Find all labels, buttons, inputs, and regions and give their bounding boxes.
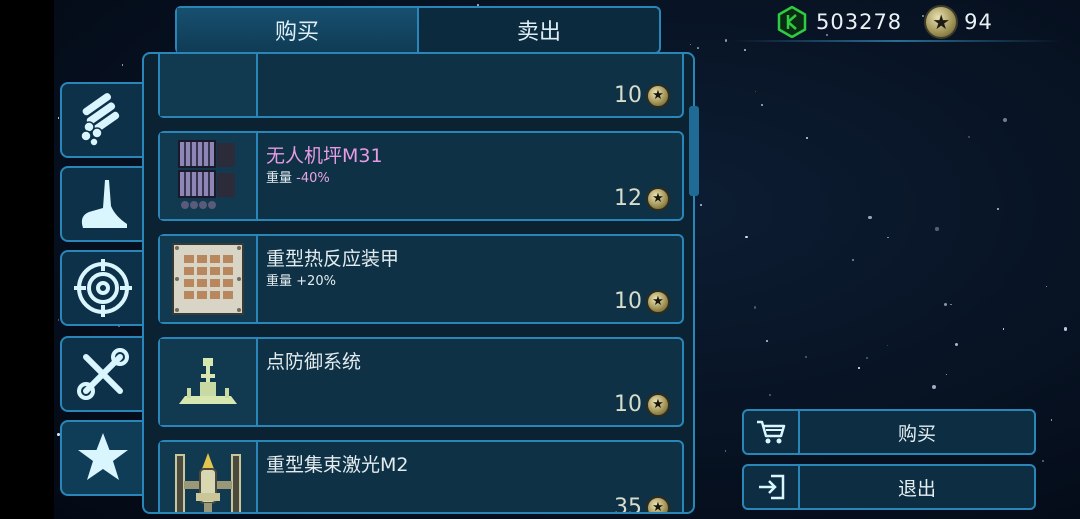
star-dot [935, 227, 939, 231]
item-price: 10 ★ [614, 392, 670, 417]
item-price: 10 ★ [614, 83, 670, 108]
item-list-panel[interactable]: 10 ★ 无人机坪M31 重量 -40% 12 ★ 重型热反应装甲 重量 +20… [142, 52, 695, 514]
category-weapons[interactable] [60, 250, 144, 326]
star-dot [954, 342, 958, 346]
star-dot [745, 236, 748, 239]
scrollbar[interactable] [689, 106, 699, 196]
star-dot [724, 450, 727, 452]
armor-plate-icon [172, 243, 244, 315]
category-pipes[interactable] [60, 82, 144, 158]
star-dot [950, 303, 952, 305]
list-item[interactable]: 点防御系统 10 ★ [158, 337, 684, 427]
star-dot [121, 64, 124, 67]
star-coin-icon: ★ [646, 186, 670, 211]
currency-bar: 503278 ★ 94 [776, 4, 993, 40]
star-coin-icon: ★ [646, 289, 670, 314]
star-coin-icon: ★ [924, 5, 959, 39]
star-dot [700, 204, 703, 207]
star-dot [943, 302, 948, 306]
star-dot [931, 384, 936, 390]
star-coin-icon: ★ [646, 83, 670, 108]
list-item[interactable]: 重型集束激光M2 35 ★ [158, 440, 684, 512]
star-dot [754, 306, 757, 309]
star-dot [1041, 460, 1044, 463]
item-name: 无人机坪M31 [266, 145, 383, 167]
point-defense-icon [179, 358, 237, 404]
item-stat: 重量 -40% [266, 171, 330, 186]
wing-icon [81, 180, 127, 228]
exit-icon [759, 474, 785, 500]
star-dot [690, 44, 692, 46]
star-dot [754, 91, 757, 93]
item-price: 12 ★ [614, 186, 670, 211]
star-dot [1050, 419, 1053, 421]
star-dot [968, 136, 971, 139]
star-dot [852, 258, 855, 261]
credits-amount: 503278 [816, 10, 903, 34]
star-dot [1046, 285, 1048, 287]
item-name: 重型集束激光M2 [266, 454, 409, 476]
item-price: 35 ★ [614, 495, 670, 512]
star-coin-icon: ★ [646, 392, 670, 417]
stars-amount: 94 [964, 10, 993, 34]
star-dot [886, 344, 889, 346]
star-dot [1063, 327, 1068, 331]
drone-bay-icon [178, 140, 235, 209]
star-dot [997, 207, 1000, 210]
buy-button[interactable]: 购买 [742, 409, 1036, 455]
exit-button-label: 退出 [897, 477, 936, 500]
star-coin-icon: ★ [646, 495, 670, 512]
partial-item-icon [160, 54, 258, 116]
exit-button[interactable]: 退出 [742, 464, 1036, 510]
laser-turret-icon [175, 453, 241, 512]
star-dot [768, 394, 771, 397]
category-favorites[interactable] [60, 420, 144, 496]
star-dot [805, 137, 808, 140]
tab-buy[interactable]: 购买 [177, 8, 419, 52]
category-wing[interactable] [60, 166, 144, 242]
star-dot [1002, 328, 1005, 330]
divider [732, 40, 1062, 42]
tools-icon [77, 348, 129, 400]
star-dot [724, 39, 727, 42]
item-name: 点防御系统 [266, 351, 362, 373]
star-dot [805, 356, 808, 359]
item-list: 10 ★ 无人机坪M31 重量 -40% 12 ★ 重型热反应装甲 重量 +20… [158, 54, 684, 512]
list-item[interactable]: 重型热反应装甲 重量 +20% 10 ★ [158, 234, 684, 324]
crosshair-icon [74, 259, 132, 317]
star-dot [697, 47, 699, 49]
buy-button-label: 购买 [897, 422, 936, 445]
star-dot [887, 236, 889, 239]
list-item[interactable]: 10 ★ [158, 54, 684, 118]
category-tools[interactable] [60, 336, 144, 412]
star-dot [765, 340, 768, 343]
star-dot [865, 356, 869, 359]
star-dot [1003, 117, 1008, 122]
star-icon [78, 433, 128, 480]
cart-icon [757, 420, 786, 444]
star-dot [744, 49, 747, 51]
star-dot [868, 215, 872, 220]
star-dot [945, 373, 948, 376]
item-price: 10 ★ [614, 289, 670, 314]
star-dot [858, 367, 860, 369]
list-item[interactable]: 无人机坪M31 重量 -40% 12 ★ [158, 131, 684, 221]
gem-icon [777, 6, 807, 38]
item-stat: 重量 +20% [266, 274, 336, 289]
item-name: 重型热反应装甲 [266, 248, 400, 270]
star-dot [760, 103, 764, 106]
shop-tabs: 购买 卖出 [175, 6, 661, 54]
pipes-icon [80, 93, 121, 147]
tab-sell[interactable]: 卖出 [419, 8, 659, 52]
